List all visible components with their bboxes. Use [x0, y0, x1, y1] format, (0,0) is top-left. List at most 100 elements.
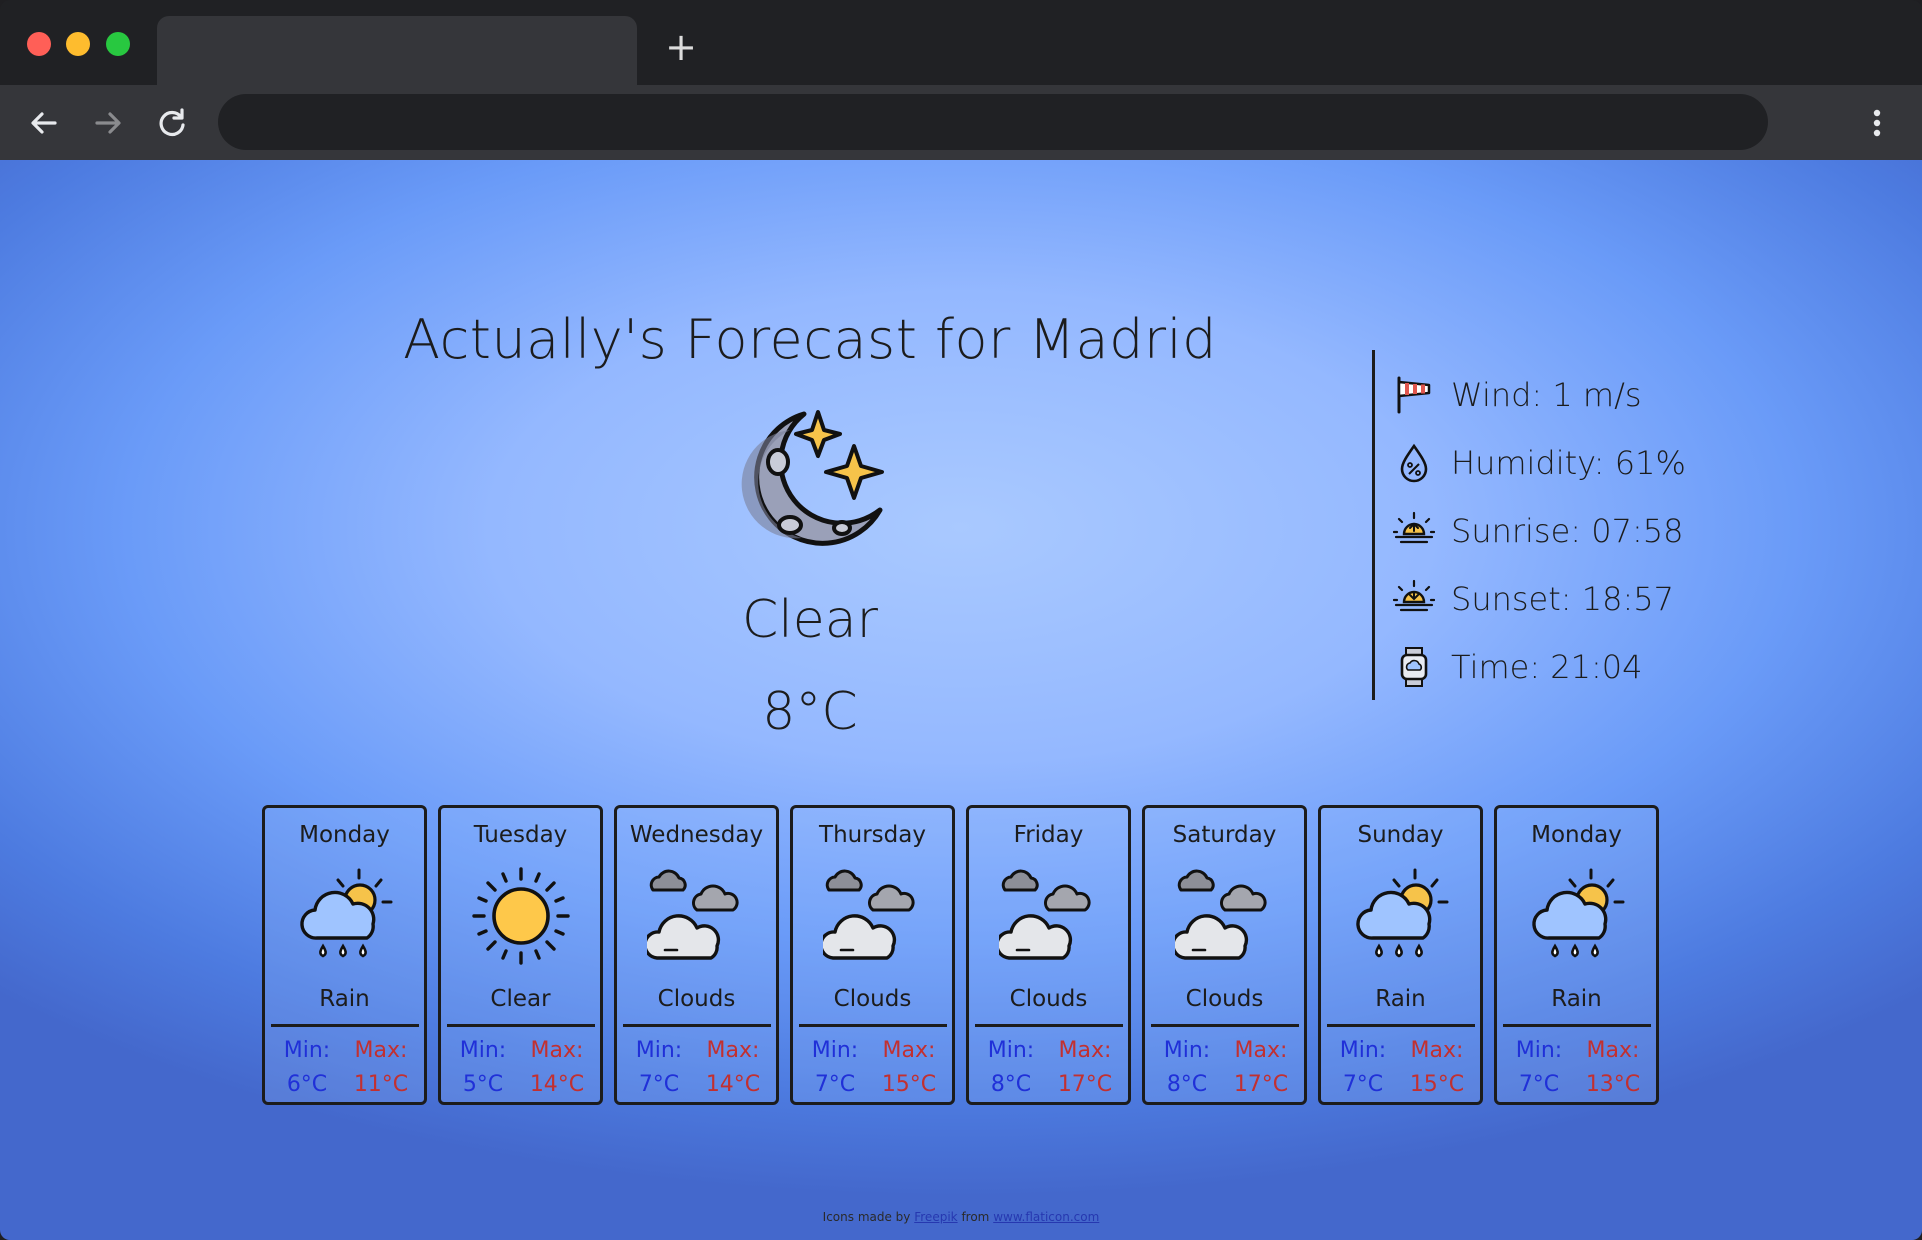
- clouds-icon: [823, 869, 915, 960]
- forecast-strip: Monday Rain Min: Max: 6°C 11°C Tuesday C…: [262, 805, 1662, 1105]
- forecast-description: Rain: [1551, 986, 1602, 1012]
- sunset-icon: [1393, 579, 1435, 612]
- page-title: Actually's Forecast for Madrid: [403, 308, 1217, 371]
- forecast-description: Clouds: [657, 986, 736, 1012]
- forward-button[interactable]: [88, 103, 128, 143]
- reload-icon: [159, 108, 185, 137]
- humidity-text: Humidity: 61%: [1451, 444, 1686, 482]
- forecast-day: Sunday: [1357, 822, 1444, 848]
- clouds-icon: [1175, 869, 1267, 960]
- divider: [271, 1024, 419, 1027]
- max-temperature: 13°C: [1585, 1072, 1641, 1097]
- clouds-icon: [999, 869, 1091, 960]
- active-tab[interactable]: [157, 16, 637, 85]
- rain-icon: [1532, 868, 1625, 958]
- current-description: Clear: [742, 590, 878, 650]
- minimize-window-button[interactable]: [66, 32, 90, 56]
- humidity-row: Humidity: 61%: [1393, 438, 1686, 488]
- sunrise-row: Sunrise: 07:58: [1393, 506, 1683, 556]
- close-window-button[interactable]: [27, 32, 51, 56]
- time-row: Time: 21:04: [1393, 642, 1642, 692]
- new-tab-button[interactable]: +: [664, 28, 698, 66]
- forecast-description: Clouds: [1185, 986, 1264, 1012]
- max-temperature: 14°C: [529, 1072, 585, 1097]
- min-label: Min:: [1515, 1038, 1563, 1063]
- sunset-text: Sunset: 18:57: [1451, 580, 1674, 618]
- forecast-card: Monday Rain Min: Max: 7°C 13°C: [1494, 805, 1659, 1105]
- forecast-card: Friday Clouds Min: Max: 8°C 17°C: [966, 805, 1131, 1105]
- max-label: Max:: [1586, 1038, 1640, 1063]
- icon-credit: Icons made by Freepik from www.flaticon.…: [0, 1210, 1922, 1224]
- divider: [623, 1024, 771, 1027]
- forecast-description: Clouds: [1009, 986, 1088, 1012]
- forecast-card: Thursday Clouds Min: Max: 7°C 15°C: [790, 805, 955, 1105]
- min-temperature: 7°C: [1518, 1072, 1560, 1097]
- forecast-card: Monday Rain Min: Max: 6°C 11°C: [262, 805, 427, 1105]
- max-label: Max:: [1410, 1038, 1464, 1063]
- forecast-day: Tuesday: [473, 822, 568, 848]
- forecast-day: Monday: [299, 822, 390, 848]
- min-label: Min:: [1339, 1038, 1387, 1063]
- sunrise-text: Sunrise: 07:58: [1451, 512, 1684, 550]
- sunrise-icon: [1393, 511, 1435, 544]
- forecast-day: Monday: [1531, 822, 1622, 848]
- forecast-day: Saturday: [1172, 822, 1277, 848]
- credit-prefix: Icons made by: [822, 1210, 911, 1224]
- browser-toolbar: [0, 85, 1922, 160]
- min-label: Min:: [987, 1038, 1035, 1063]
- max-label: Max:: [1234, 1038, 1288, 1063]
- divider: [1151, 1024, 1299, 1027]
- tab-bar: +: [0, 0, 1922, 85]
- time-text: Time: 21:04: [1451, 648, 1643, 686]
- min-temperature: 7°C: [1342, 1072, 1384, 1097]
- divider: [799, 1024, 947, 1027]
- browser-window: + Actually's Forecast for Madrid Clear 8…: [0, 0, 1922, 1240]
- forecast-description: Rain: [1375, 986, 1426, 1012]
- freepik-link[interactable]: Freepik: [914, 1210, 957, 1224]
- wind-row: Wind: 1 m/s: [1393, 370, 1642, 420]
- back-button[interactable]: [24, 103, 64, 143]
- min-temperature: 7°C: [638, 1072, 680, 1097]
- sun-icon: [472, 867, 570, 965]
- min-temperature: 6°C: [286, 1072, 328, 1097]
- more-vert-icon: [1873, 109, 1881, 137]
- max-temperature: 11°C: [353, 1072, 409, 1097]
- forecast-card: Tuesday Clear Min: Max: 5°C 14°C: [438, 805, 603, 1105]
- max-label: Max:: [1058, 1038, 1112, 1063]
- min-temperature: 8°C: [1166, 1072, 1208, 1097]
- rain-icon: [1356, 868, 1449, 958]
- browser-menu-button[interactable]: [1862, 103, 1892, 143]
- forecast-description: Clear: [490, 986, 551, 1012]
- divider: [1503, 1024, 1651, 1027]
- max-label: Max:: [530, 1038, 584, 1063]
- forecast-card: Saturday Clouds Min: Max: 8°C 17°C: [1142, 805, 1307, 1105]
- maximize-window-button[interactable]: [106, 32, 130, 56]
- min-label: Min:: [635, 1038, 683, 1063]
- forecast-day: Thursday: [819, 822, 926, 848]
- flaticon-link[interactable]: www.flaticon.com: [993, 1210, 1099, 1224]
- moon-stars-icon: [730, 400, 890, 560]
- min-label: Min:: [1163, 1038, 1211, 1063]
- back-arrow-icon: [31, 112, 57, 134]
- windsock-icon: [1397, 376, 1431, 414]
- max-label: Max:: [706, 1038, 760, 1063]
- rain-icon: [300, 868, 393, 958]
- forecast-day: Wednesday: [629, 822, 764, 848]
- current-temperature: 8°C: [762, 682, 858, 742]
- credit-middle: from: [961, 1210, 990, 1224]
- min-temperature: 7°C: [814, 1072, 856, 1097]
- divider: [1327, 1024, 1475, 1027]
- min-label: Min:: [811, 1038, 859, 1063]
- divider: [975, 1024, 1123, 1027]
- max-temperature: 17°C: [1233, 1072, 1289, 1097]
- address-bar[interactable]: [218, 94, 1768, 150]
- forecast-description: Rain: [319, 986, 370, 1012]
- max-label: Max:: [354, 1038, 408, 1063]
- smartwatch-icon: [1400, 647, 1428, 687]
- forecast-card: Sunday Rain Min: Max: 7°C 15°C: [1318, 805, 1483, 1105]
- max-temperature: 17°C: [1057, 1072, 1113, 1097]
- min-label: Min:: [283, 1038, 331, 1063]
- reload-button[interactable]: [152, 103, 192, 143]
- forecast-card: Wednesday Clouds Min: Max: 7°C 14°C: [614, 805, 779, 1105]
- forecast-description: Clouds: [833, 986, 912, 1012]
